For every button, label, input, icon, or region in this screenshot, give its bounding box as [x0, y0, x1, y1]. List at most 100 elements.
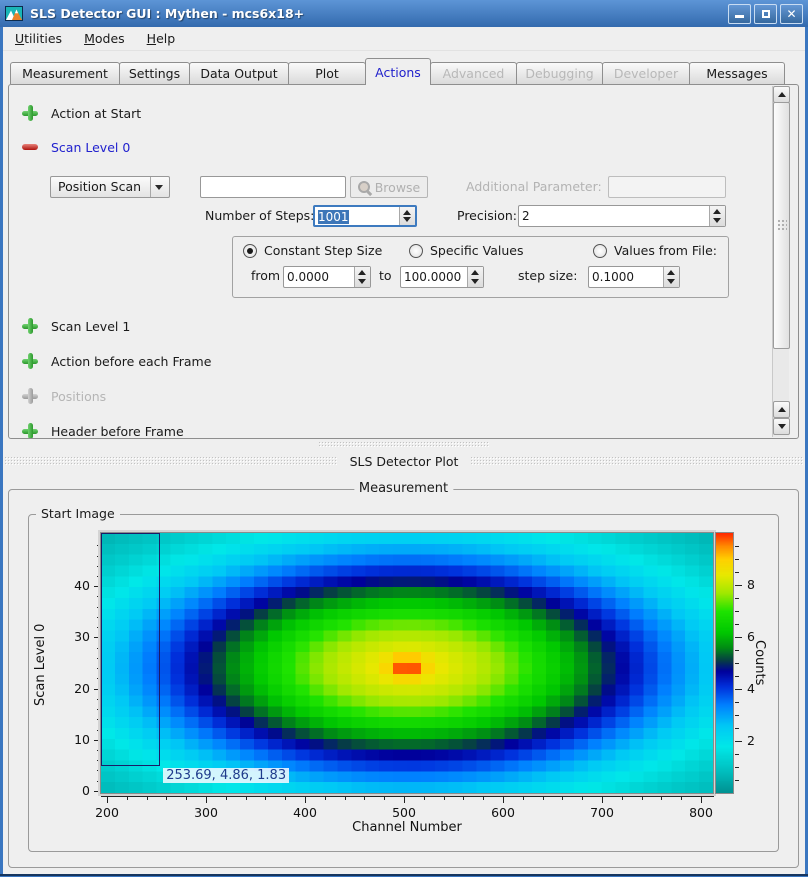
radio-label: Specific Values: [430, 243, 523, 258]
tab-plot[interactable]: Plot: [288, 62, 366, 84]
action-row-label[interactable]: Scan Level 1: [51, 319, 130, 334]
y-axis-tick-label: 0: [60, 783, 90, 798]
action-row-action-at-start[interactable]: Action at Start: [22, 105, 141, 121]
spinner-arrows-icon[interactable]: [399, 207, 415, 225]
action-row-label[interactable]: Scan Level 0: [51, 140, 130, 155]
precision-spinbox[interactable]: 2: [518, 205, 726, 227]
scan-script-input[interactable]: [200, 176, 346, 198]
x-axis-minor-tick: [463, 796, 464, 800]
action-row-scan-level-0[interactable]: Scan Level 0: [22, 139, 141, 155]
scrollbar-thumb[interactable]: [773, 102, 790, 349]
additional-parameter-input[interactable]: [608, 176, 726, 198]
splitter-handle[interactable]: [318, 441, 490, 448]
action-rows-bottom: Scan Level 1 Action before each Frame Posi…: [22, 318, 211, 439]
plus-green-icon[interactable]: [22, 423, 38, 439]
colorbar: [716, 533, 733, 793]
action-row-scan-level-1[interactable]: Scan Level 1: [22, 318, 211, 334]
plot-dock-title: SLS Detector Plot: [350, 454, 459, 469]
colorbar-minor-tick: [735, 702, 739, 703]
tab-data-output[interactable]: Data Output: [189, 62, 289, 84]
y-axis-tick-label: 10: [60, 732, 90, 747]
measurement-group-title: Measurement: [354, 481, 453, 496]
grip-dots-icon: [777, 219, 787, 231]
spinner-arrows-icon[interactable]: [663, 267, 679, 287]
x-axis-major-tick: [206, 796, 207, 803]
plus-gray-icon[interactable]: [22, 388, 38, 404]
action-row-label[interactable]: Header before Frame: [51, 424, 184, 439]
menu-utilities[interactable]: Utilities: [6, 28, 71, 49]
window-titlebar[interactable]: SLS Detector GUI : Mythen - mcs6x18+ ✕: [0, 0, 808, 27]
radio-circle-icon[interactable]: [593, 244, 607, 258]
maximize-button[interactable]: [754, 4, 777, 24]
x-axis-minor-tick: [642, 796, 643, 800]
x-axis-tick-label: 500: [379, 805, 429, 820]
to-spinbox[interactable]: 100.0000: [400, 266, 484, 288]
action-row-action-before-each-frame[interactable]: Action before each Frame: [22, 353, 211, 369]
tab-messages[interactable]: Messages: [689, 62, 785, 84]
radio-label: Values from File:: [614, 243, 717, 258]
scroll-down-button[interactable]: [773, 418, 790, 435]
spinner-arrows-icon[interactable]: [467, 267, 483, 287]
colorbar-minor-tick: [735, 611, 739, 612]
scroll-up-button-2[interactable]: [773, 401, 790, 418]
colorbar-major-tick: [735, 689, 742, 690]
radio-specific-values[interactable]: Specific Values: [409, 243, 523, 258]
radio-constant-step-size[interactable]: Constant Step Size: [243, 243, 382, 258]
x-axis-tick-label: 800: [676, 805, 726, 820]
radio-circle-icon[interactable]: [243, 244, 257, 258]
scan-mode-combobox[interactable]: Position Scan: [50, 176, 170, 198]
tab-actions[interactable]: Actions: [365, 58, 431, 85]
action-row-label[interactable]: Positions: [51, 389, 106, 404]
action-row-positions[interactable]: Positions: [22, 388, 211, 404]
dock-texture: [470, 456, 804, 466]
menu-help[interactable]: Help: [138, 28, 185, 49]
start-image-group-title: Start Image: [36, 506, 120, 521]
colorbar-tick-label: 8: [747, 577, 755, 592]
minimize-button[interactable]: [728, 4, 751, 24]
menu-modes[interactable]: Modes: [75, 28, 134, 49]
y-axis-major-tick: [94, 791, 101, 792]
y-axis-major-tick: [94, 689, 101, 690]
plus-green-icon[interactable]: [22, 105, 38, 121]
colorbar-minor-tick: [735, 676, 739, 677]
colorbar-minor-tick: [735, 728, 739, 729]
action-row-label[interactable]: Action before each Frame: [51, 354, 211, 369]
x-axis-minor-tick: [483, 796, 484, 800]
x-axis-major-tick: [305, 796, 306, 803]
x-axis-minor-tick: [661, 796, 662, 800]
radio-values-from-file[interactable]: Values from File:: [593, 243, 717, 258]
plus-green-icon[interactable]: [22, 318, 38, 334]
colorbar-minor-tick: [735, 767, 739, 768]
spinner-arrows-icon[interactable]: [354, 267, 370, 287]
scroll-up-button[interactable]: [773, 86, 790, 103]
step-mode-radio-group: Constant Step Size Specific Values Values …: [239, 237, 728, 261]
x-axis-minor-tick: [562, 796, 563, 800]
action-row-label[interactable]: Action at Start: [51, 106, 141, 121]
action-row-header-before-frame[interactable]: Header before Frame: [22, 423, 211, 439]
tab-measurement[interactable]: Measurement: [10, 62, 120, 84]
step-size-spinbox[interactable]: 0.1000: [588, 266, 680, 288]
plot-dock-titlebar[interactable]: SLS Detector Plot: [4, 452, 804, 470]
x-axis-minor-tick: [523, 796, 524, 800]
plus-green-icon[interactable]: [22, 353, 38, 369]
tab-settings[interactable]: Settings: [119, 62, 190, 84]
y-axis-major-tick: [94, 637, 101, 638]
browse-button[interactable]: Browse: [350, 176, 428, 198]
vertical-scrollbar[interactable]: [772, 86, 789, 437]
x-axis-minor-tick: [127, 796, 128, 800]
spinner-arrows-icon[interactable]: [709, 206, 725, 226]
from-spinbox[interactable]: 0.0000: [283, 266, 371, 288]
close-button[interactable]: ✕: [780, 4, 803, 24]
number-of-steps-value: 1001: [318, 210, 349, 224]
from-label: from: [251, 265, 280, 287]
chevron-down-icon[interactable]: [150, 177, 169, 197]
from-value: 0.0000: [284, 267, 354, 287]
number-of-steps-spinbox[interactable]: 1001: [313, 205, 417, 227]
minus-red-icon[interactable]: [22, 139, 38, 155]
step-options-frame: Constant Step Size Specific Values Values …: [232, 236, 729, 298]
radio-circle-icon[interactable]: [409, 244, 423, 258]
arrow-up-icon: [778, 407, 786, 412]
tab-advanced: Advanced: [430, 62, 517, 84]
magnifier-icon: [358, 181, 370, 193]
maximize-icon: [762, 10, 770, 18]
